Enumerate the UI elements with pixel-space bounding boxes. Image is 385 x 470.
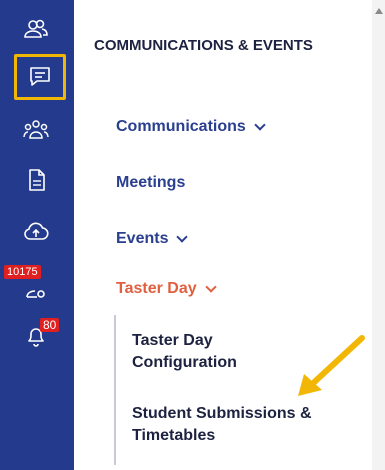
panel-title: COMMUNICATIONS & EVENTS (94, 37, 313, 54)
annotation-arrow-icon (298, 335, 365, 396)
nav-communications[interactable]: Communications (116, 118, 266, 136)
notifications-badge: 80 (40, 318, 60, 332)
nav-events-label: Events (116, 230, 169, 247)
rail-notifications-button[interactable]: 80 (12, 316, 60, 356)
document-icon (29, 169, 45, 191)
nav-events[interactable]: Events (116, 230, 189, 248)
nav-taster-day-label: Taster Day (116, 280, 197, 297)
chevron-down-icon (254, 119, 266, 131)
submenu-item-label-line1: Student Submissions & (132, 405, 312, 422)
submenu-divider (114, 315, 116, 465)
chevron-down-icon (176, 231, 189, 243)
chevron-down-icon (204, 281, 217, 293)
icon-rail: 10175 80 (0, 0, 74, 470)
rail-documents-button[interactable] (12, 160, 60, 200)
scroll-up-arrow-icon[interactable] (375, 8, 383, 14)
nav-taster-day[interactable]: Taster Day (116, 280, 217, 298)
rail-groups-button[interactable] (12, 110, 60, 150)
app-window: 10175 80 COMMUNICATIONS & EVENTS Communi… (0, 0, 385, 470)
users-icon (24, 19, 48, 38)
nav-communications-label: Communications (116, 118, 246, 135)
students-count-badge: 10175 (4, 265, 41, 279)
nav-meetings-label: Meetings (116, 174, 186, 191)
rail-users-button[interactable] (12, 10, 60, 50)
nav-meetings[interactable]: Meetings (116, 174, 185, 192)
chat-icon (30, 67, 50, 86)
panel-scrollbar[interactable] (372, 0, 385, 470)
rail-upload-button[interactable] (12, 212, 60, 252)
rail-students-button[interactable]: 10175 (4, 265, 60, 308)
submenu-student-submissions[interactable]: Student Submissions & Timetables (132, 403, 362, 447)
cloud-upload-icon (24, 222, 49, 240)
submenu-item-label-line2: Timetables (132, 427, 216, 444)
group-icon (23, 120, 49, 139)
rail-communications-button[interactable] (14, 54, 66, 100)
